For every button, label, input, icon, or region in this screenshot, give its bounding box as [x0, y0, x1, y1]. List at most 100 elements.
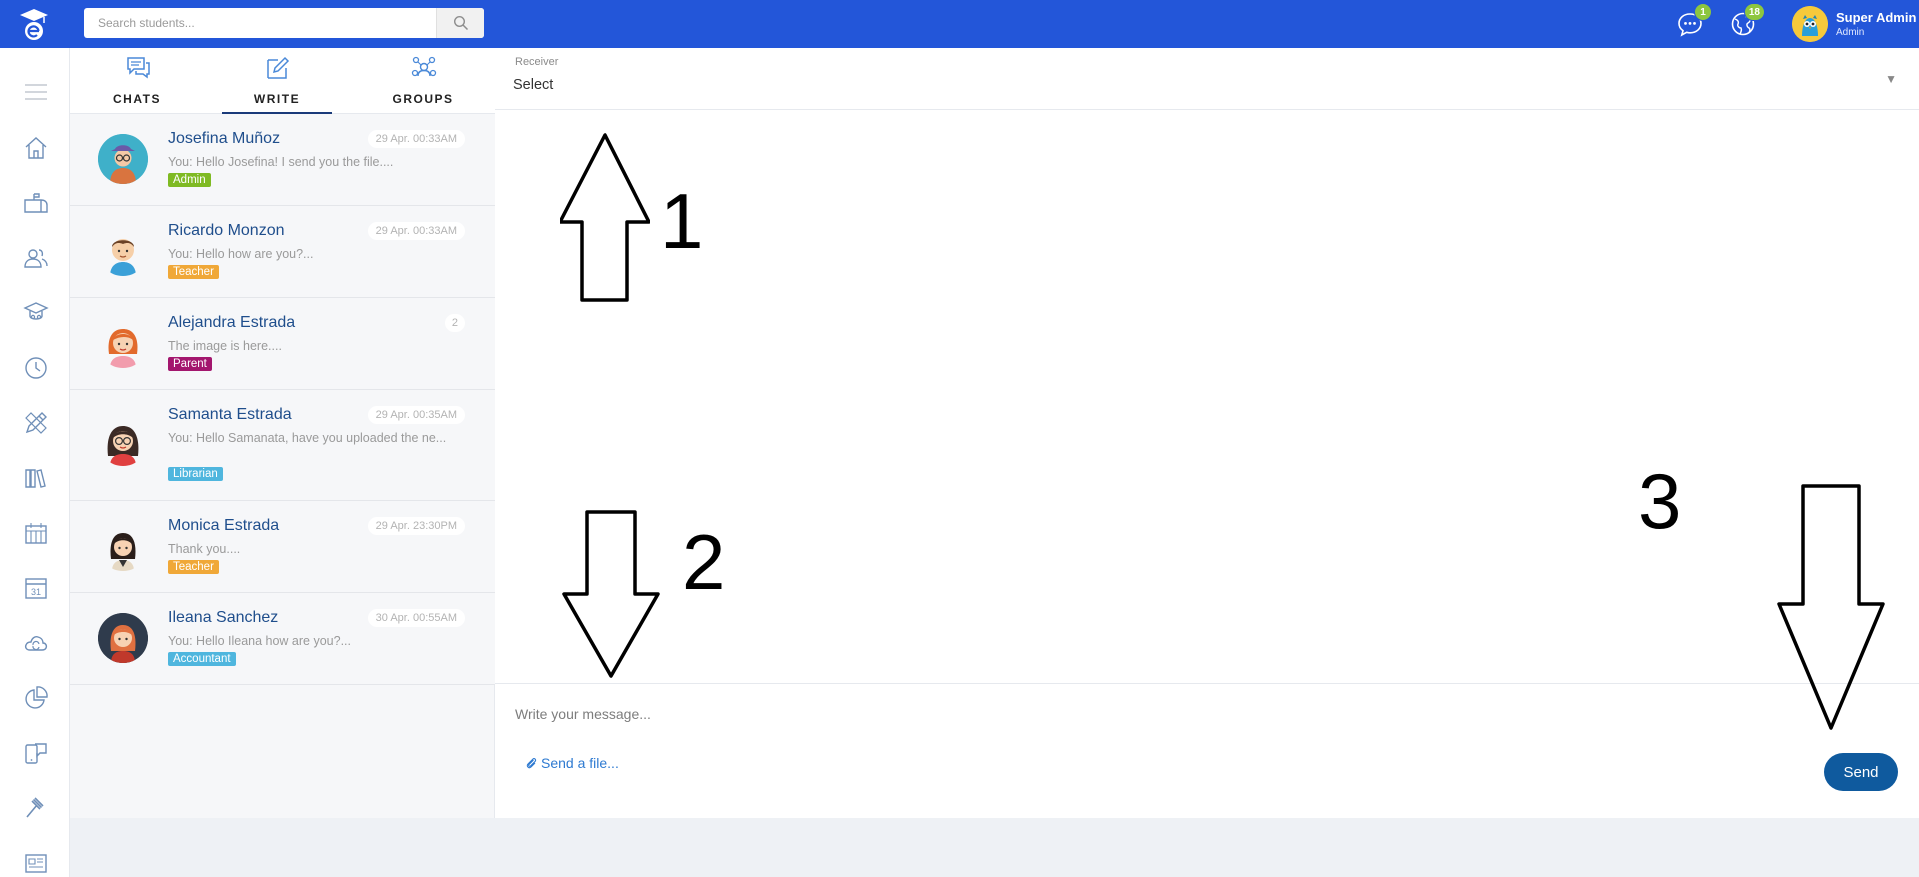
tab-label: CHATS: [113, 92, 161, 106]
chat-name: Ileana Sanchez: [168, 609, 279, 626]
send-button[interactable]: Send: [1824, 753, 1898, 791]
menu-icon: [25, 84, 47, 100]
chat-bubbles-icon: [127, 57, 150, 79]
chat-time: 30 Apr. 00:55AM: [367, 609, 465, 627]
chat-preview: You: Hello how are you?...: [168, 247, 314, 261]
annotation-number-2: 2: [682, 518, 726, 606]
pencil-ruler-icon: [25, 412, 47, 434]
notifications-badge: 18: [1743, 3, 1765, 21]
sidebar-item-students[interactable]: [22, 299, 50, 327]
unread-count: 2: [444, 314, 465, 332]
messages-button[interactable]: 1: [1676, 3, 1712, 38]
chat-item[interactable]: Josefina Muñoz 29 Apr. 00:33AM You: Hell…: [70, 114, 495, 206]
user-name[interactable]: Super Admin: [1836, 10, 1916, 25]
sidebar-item-discipline[interactable]: [22, 794, 50, 822]
role-badge: Admin: [168, 173, 211, 187]
boy-avatar-icon: [110, 239, 136, 276]
tab-chats[interactable]: CHATS: [82, 48, 192, 114]
chat-preview: You: Hello Samanata, have you uploaded t…: [168, 431, 447, 445]
chat-device-icon: [25, 743, 47, 764]
paperclip-icon: [526, 758, 537, 769]
sidebar-item-library[interactable]: [22, 464, 50, 492]
chat-name: Monica Estrada: [168, 517, 280, 534]
annotation-number-3: 3: [1638, 457, 1682, 545]
chat-time: 29 Apr. 00:35AM: [367, 406, 465, 424]
tab-label: GROUPS: [392, 92, 454, 106]
mailbox-icon: [24, 193, 48, 213]
chat-list: Josefina Muñoz 29 Apr. 00:33AM You: Hell…: [70, 114, 495, 685]
person-with-hat-avatar-icon: [98, 134, 148, 184]
sidebar-item-news[interactable]: [22, 849, 50, 877]
avatar: [98, 318, 148, 368]
chat-preview: You: Hello Josefina! I send you the file…: [168, 155, 394, 169]
sidebar-item-home[interactable]: [22, 134, 50, 162]
top-bar: 1 18 Super Admin Admin: [0, 0, 1919, 48]
role-badge: Teacher: [168, 560, 219, 574]
chat-preview: Thank you....: [168, 542, 241, 556]
sidebar-item-messaging[interactable]: [22, 739, 50, 767]
sidebar-item-schedule[interactable]: [22, 519, 50, 547]
main-sidebar: 31: [0, 48, 70, 877]
sidebar-item-attendance[interactable]: [22, 354, 50, 382]
sidebar-item-mailbox[interactable]: [22, 189, 50, 217]
compose-panel: Receiver Select ▼ Send a file... Send: [495, 48, 1919, 818]
search-icon: [453, 15, 468, 31]
clock-icon: [25, 357, 47, 379]
graduate-icon: [23, 302, 49, 320]
chat-name: Ricardo Monzon: [168, 222, 285, 239]
sidebar-menu-toggle[interactable]: [22, 78, 50, 106]
tab-write[interactable]: WRITE: [222, 48, 332, 115]
chat-item[interactable]: Samanta Estrada 29 Apr. 00:35AM You: Hel…: [70, 390, 495, 501]
chevron-down-icon: ▼: [1885, 72, 1897, 86]
avatar: [98, 613, 148, 663]
chat-item[interactable]: Alejandra Estrada 2 The image is here...…: [70, 298, 495, 390]
user-role: Admin: [1836, 27, 1865, 38]
messages-badge: 1: [1694, 3, 1712, 21]
home-icon: [25, 137, 47, 159]
chat-name: Alejandra Estrada: [168, 314, 296, 331]
avatar: [98, 134, 148, 184]
library-icon: [25, 469, 46, 488]
calendar-31-icon: 31: [25, 578, 47, 599]
cloud-sync-icon: [24, 636, 48, 651]
chat-panel: CHATS WRITE GROUPS Josefina Muñoz 29 Apr…: [70, 48, 495, 818]
chat-item[interactable]: Ricardo Monzon 29 Apr. 00:33AM You: Hell…: [70, 206, 495, 298]
pie-chart-icon: [25, 686, 48, 709]
chat-tabs: CHATS WRITE GROUPS: [70, 48, 495, 115]
sidebar-item-exams[interactable]: [22, 409, 50, 437]
role-badge: Teacher: [168, 265, 219, 279]
receiver-label: Receiver: [515, 56, 559, 68]
search-button[interactable]: [436, 8, 484, 38]
message-composer: Send a file... Send: [495, 683, 1919, 818]
tab-groups[interactable]: GROUPS: [368, 48, 478, 114]
newspaper-icon: [25, 854, 47, 873]
sidebar-item-sync[interactable]: [22, 629, 50, 657]
user-avatar[interactable]: [1792, 6, 1828, 42]
glasses-woman-avatar-icon: [107, 426, 139, 466]
chat-preview: You: Hello Ileana how are you?...: [168, 634, 351, 648]
dark-hair-girl-avatar-icon: [110, 533, 136, 571]
sidebar-item-users[interactable]: [22, 244, 50, 272]
pencil-write-icon: [267, 56, 290, 79]
sidebar-item-reports[interactable]: [22, 684, 50, 712]
graduation-e-logo[interactable]: [18, 6, 50, 42]
annotation-number-1: 1: [660, 177, 704, 265]
send-file-link[interactable]: Send a file...: [525, 755, 619, 771]
sidebar-item-calendar[interactable]: 31: [22, 574, 50, 602]
receiver-value: Select: [513, 77, 554, 93]
chat-time: 29 Apr. 00:33AM: [367, 222, 465, 240]
search-input[interactable]: [84, 8, 434, 38]
chat-name: Samanta Estrada: [168, 406, 292, 423]
chat-item[interactable]: Monica Estrada 29 Apr. 23:30PM Thank you…: [70, 501, 495, 593]
receiver-select[interactable]: Receiver Select ▼: [495, 48, 1919, 110]
search-box: [84, 8, 484, 38]
woman-avatar-icon: [98, 613, 148, 663]
chat-preview: The image is here....: [168, 339, 282, 353]
chat-name: Josefina Muñoz: [168, 130, 281, 147]
message-input[interactable]: [515, 702, 1815, 726]
notifications-button[interactable]: 18: [1729, 3, 1765, 38]
avatar: [98, 521, 148, 571]
chat-item[interactable]: Ileana Sanchez 30 Apr. 00:55AM You: Hell…: [70, 593, 495, 685]
redhead-girl-avatar-icon: [108, 329, 138, 368]
calendar-grid-icon: [25, 523, 47, 544]
